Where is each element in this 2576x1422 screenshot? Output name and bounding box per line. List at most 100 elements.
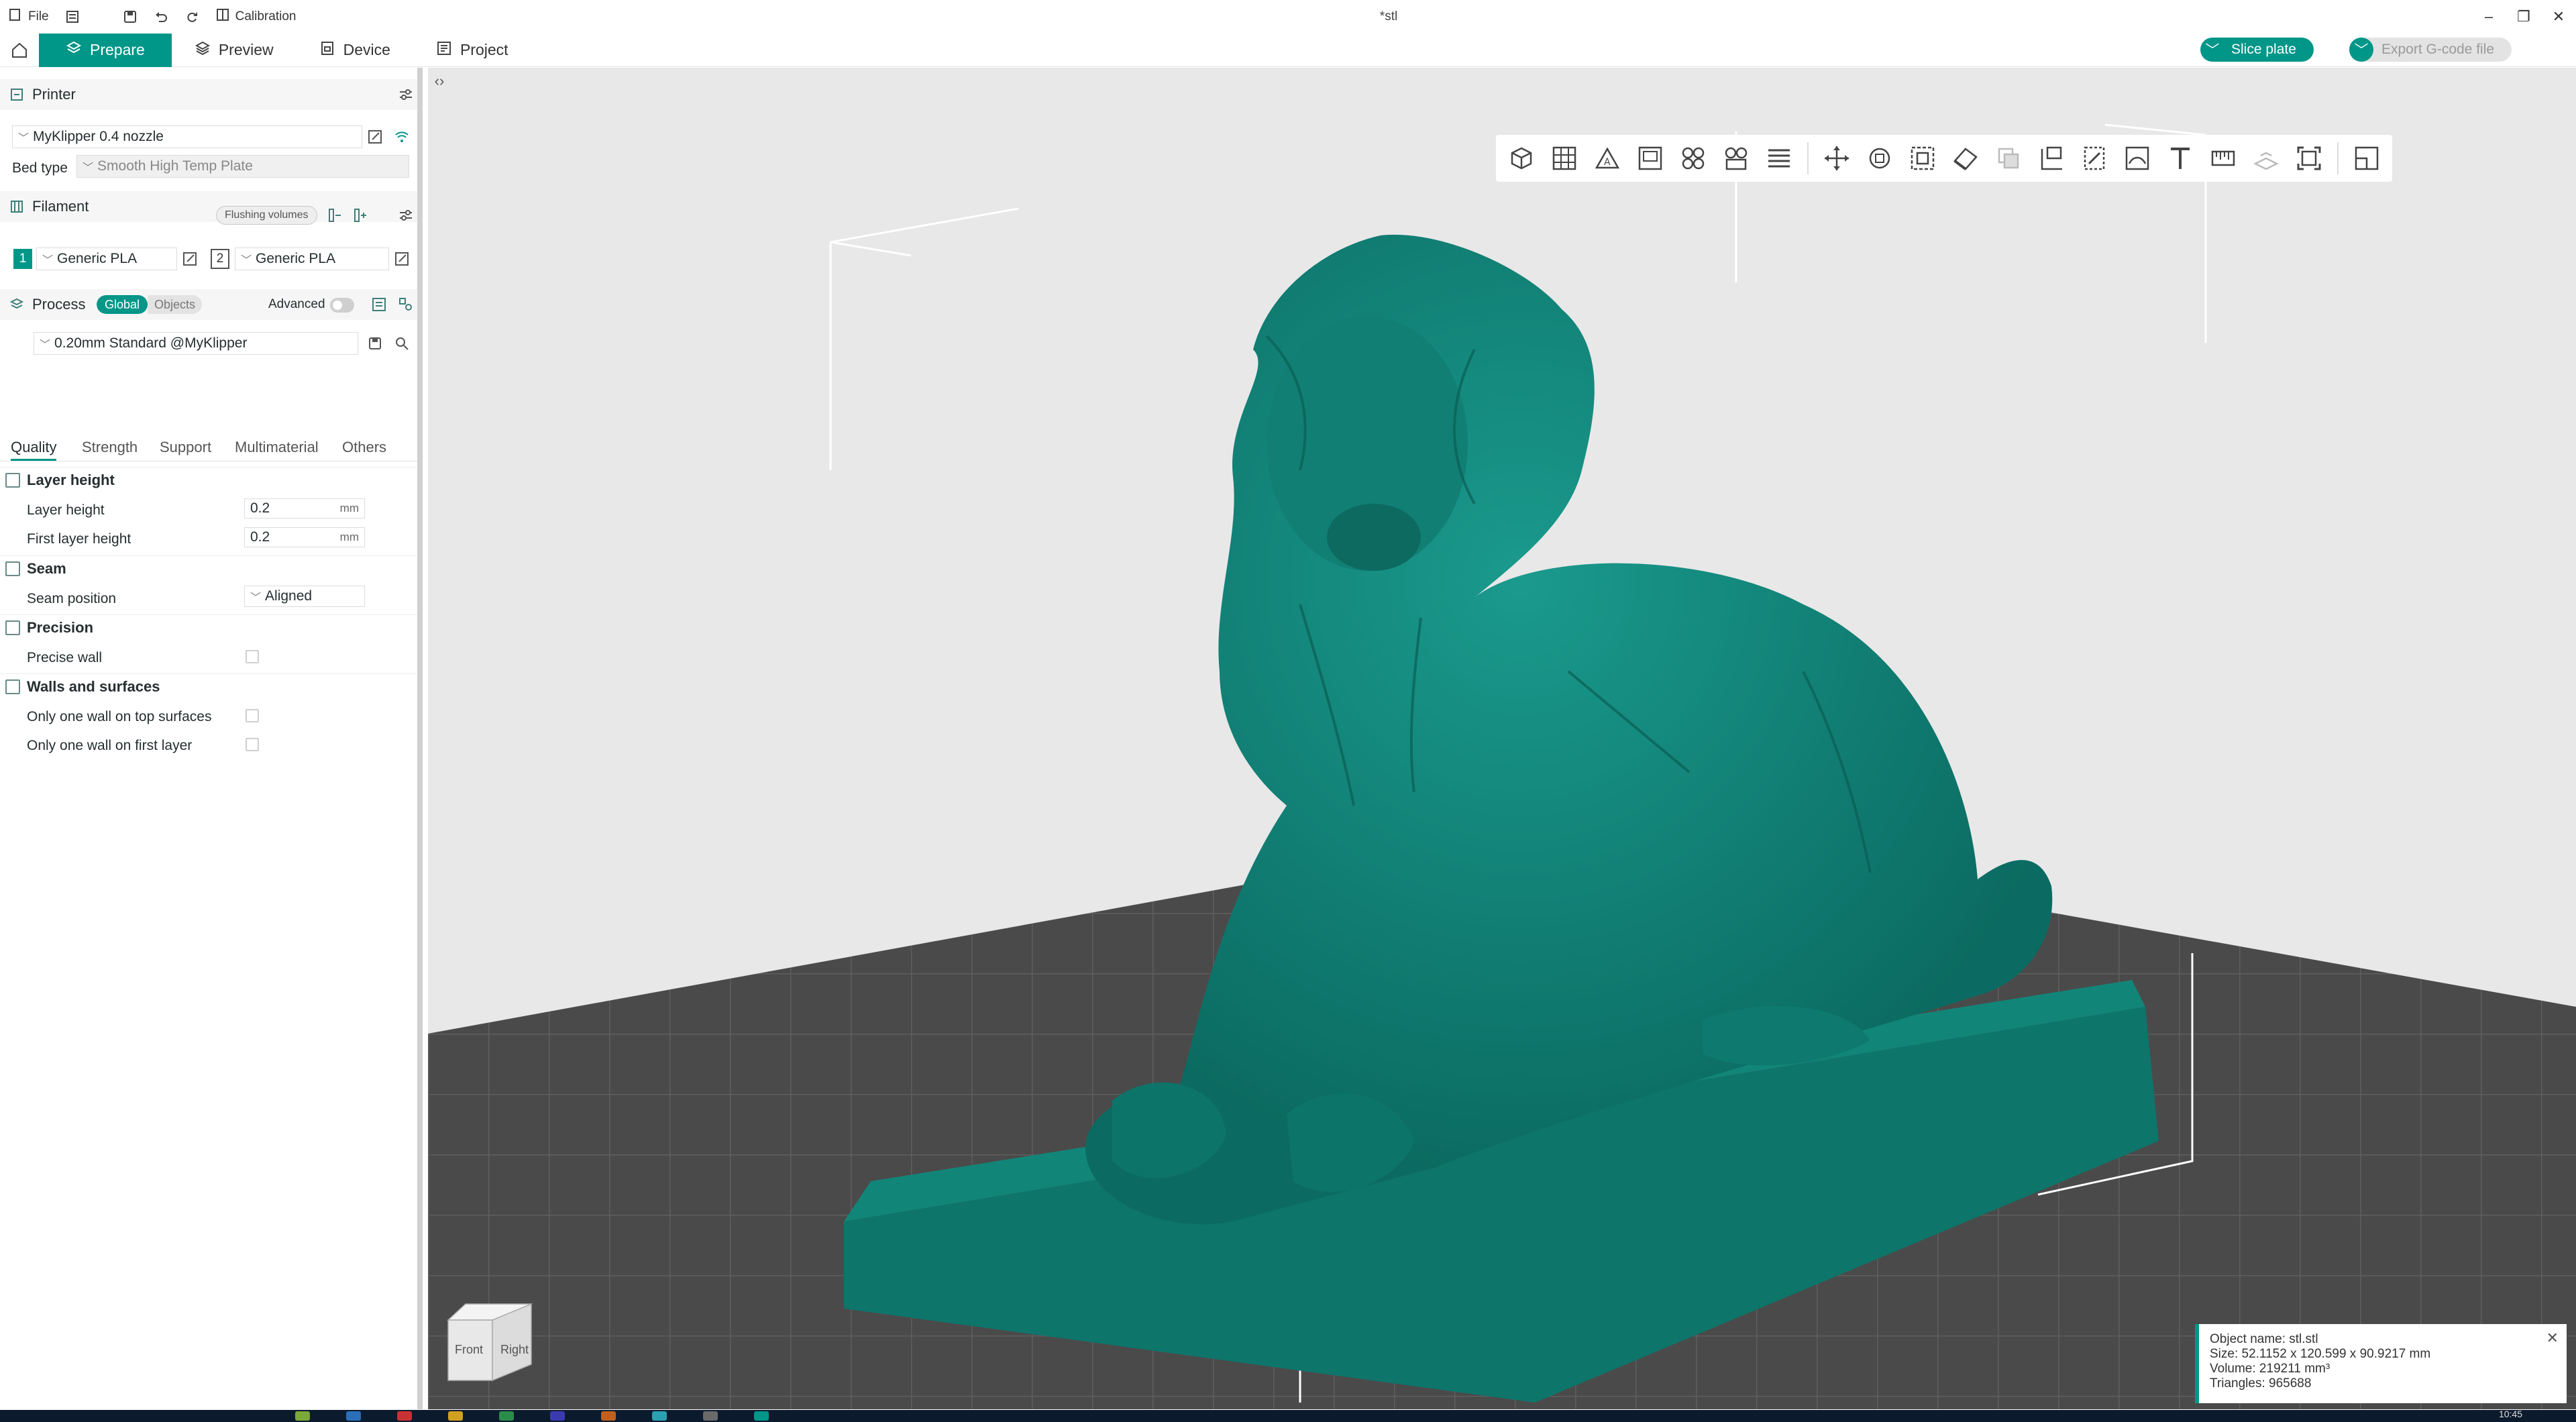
app-icon[interactable] (499, 1411, 514, 1421)
app-icon[interactable] (652, 1411, 667, 1421)
home-icon[interactable] (0, 34, 39, 67)
tab-multimaterial[interactable]: Multimaterial (235, 439, 319, 456)
plate-view-icon[interactable] (2348, 140, 2385, 177)
first-layer-height-value: 0.2 (250, 529, 270, 545)
precise-wall-checkbox[interactable] (246, 650, 259, 663)
navigation-cube[interactable]: Front Right (443, 1300, 537, 1386)
bed-type-select[interactable]: ﹀ Smooth High Temp Plate (76, 155, 409, 178)
toolbar-divider (2337, 142, 2339, 174)
filament-settings-icon[interactable] (397, 207, 415, 224)
tab-preview-label: Preview (218, 41, 274, 58)
measure-icon[interactable] (2204, 140, 2242, 177)
layers-icon[interactable] (1760, 140, 1798, 177)
move-icon[interactable] (1818, 140, 1856, 177)
app-icon[interactable] (397, 1411, 412, 1421)
arrange-icon[interactable] (1631, 140, 1669, 177)
seam-paint-icon[interactable] (2118, 140, 2156, 177)
filament-slot-1-select[interactable]: ﹀ Generic PLA (36, 248, 177, 270)
chevron-down-icon[interactable]: ﹀ (2200, 38, 2224, 62)
add-object-icon[interactable] (1503, 140, 1540, 177)
one-wall-top-checkbox[interactable] (246, 709, 259, 722)
filament-slot-2-badge[interactable]: 2 (211, 249, 229, 269)
fit-view-icon[interactable] (2290, 140, 2328, 177)
first-layer-height-input[interactable]: 0.2 mm (244, 527, 365, 547)
global-objects-switch[interactable]: Global Objects (97, 295, 203, 314)
chevron-down-icon: ﹀ (250, 592, 262, 604)
layer-height-input[interactable]: 0.2 mm (244, 498, 365, 518)
app-icon[interactable] (754, 1411, 769, 1421)
save-preset-icon[interactable] (366, 335, 384, 352)
remove-filament-icon[interactable] (352, 207, 369, 224)
tab-preview[interactable]: Preview (172, 34, 297, 67)
rotate-icon[interactable] (1861, 140, 1898, 177)
add-plate-icon[interactable] (1546, 140, 1583, 177)
boolean-icon[interactable] (1990, 140, 2027, 177)
title-bar: File Calibration *stl – ❐ ✕ (0, 0, 2576, 34)
save-icon[interactable] (115, 0, 146, 34)
wifi-icon[interactable] (393, 128, 411, 146)
cut-icon[interactable] (2033, 140, 2070, 177)
split-parts-icon[interactable] (1717, 140, 1755, 177)
filament-slot-1-badge[interactable]: 1 (13, 249, 32, 269)
app-icon[interactable] (448, 1411, 463, 1421)
tab-project[interactable]: Project (413, 34, 531, 67)
navcube-right-label: Right (500, 1343, 529, 1356)
layer-height-label: Layer height (27, 502, 105, 518)
walls-surfaces-group-title: Walls and surfaces (27, 677, 160, 695)
global-option[interactable]: Global (97, 295, 148, 314)
app-icon[interactable] (550, 1411, 565, 1421)
split-objects-icon[interactable] (1674, 140, 1712, 177)
tab-support[interactable]: Support (160, 439, 211, 456)
chevron-down-icon[interactable]: ﹀ (2349, 38, 2373, 62)
scale-icon[interactable] (1904, 140, 1941, 177)
edit-printer-icon[interactable] (366, 128, 384, 146)
edit-filament-2-icon[interactable] (393, 250, 411, 268)
printer-select[interactable]: ﹀ MyKlipper 0.4 nozzle (12, 125, 362, 148)
add-filament-icon[interactable] (326, 207, 343, 224)
tab-device[interactable]: Device (297, 34, 413, 67)
printer-section-header[interactable]: Printer (0, 79, 417, 110)
filament-slot-2-select[interactable]: ﹀ Generic PLA (235, 248, 389, 270)
close-icon[interactable]: ✕ (2546, 1331, 2559, 1346)
objects-option[interactable]: Objects (148, 295, 203, 314)
file-menu[interactable]: File (0, 0, 57, 34)
assembly-icon[interactable] (2247, 140, 2285, 177)
tab-quality[interactable]: Quality (11, 439, 57, 461)
seam-position-select[interactable]: ﹀ Aligned (244, 586, 365, 607)
tab-strength[interactable]: Strength (82, 439, 138, 456)
undo-icon[interactable] (146, 0, 176, 34)
3d-viewport[interactable]: ‹› A Front Right Object name: stl.stl Si… (428, 68, 2576, 1409)
object-volume: Volume: 219211 mm³ (2210, 1362, 2330, 1376)
printer-settings-icon[interactable] (397, 86, 415, 103)
flushing-volumes-button[interactable]: Flushing volumes (216, 206, 317, 225)
restore-icon[interactable]: ❐ (2506, 0, 2541, 34)
process-section-header[interactable]: Process (0, 289, 417, 320)
device-icon (319, 40, 335, 60)
app-icon[interactable] (295, 1411, 310, 1421)
edit-filament-1-icon[interactable] (181, 250, 199, 268)
tab-prepare[interactable]: Prepare (39, 33, 172, 67)
calibration-icon (215, 7, 230, 26)
lay-on-face-icon[interactable] (1947, 140, 1984, 177)
advanced-toggle[interactable] (330, 298, 354, 313)
process-preset-select[interactable]: ﹀ 0.20mm Standard @MyKlipper (34, 332, 358, 355)
menu-icon[interactable] (57, 0, 88, 34)
tab-others[interactable]: Others (342, 439, 386, 456)
app-icon[interactable] (601, 1411, 616, 1421)
export-gcode-button[interactable]: ﹀ Export G-code file (2349, 38, 2512, 62)
collapse-sidebar-icon[interactable]: ‹› (429, 71, 449, 91)
auto-orient-icon[interactable]: A (1589, 140, 1626, 177)
redo-icon[interactable] (176, 0, 207, 34)
calibration-menu[interactable]: Calibration (207, 0, 305, 34)
support-paint-icon[interactable] (2076, 140, 2113, 177)
one-wall-first-checkbox[interactable] (246, 738, 259, 751)
close-icon[interactable]: ✕ (2541, 0, 2576, 34)
search-icon[interactable] (393, 335, 411, 352)
app-icon[interactable] (703, 1411, 718, 1421)
minimize-icon[interactable]: – (2471, 0, 2506, 34)
app-icon[interactable] (346, 1411, 361, 1421)
slice-plate-button[interactable]: ﹀ Slice plate (2200, 38, 2314, 62)
process-settings-icon[interactable] (397, 296, 415, 313)
process-compare-icon[interactable] (370, 296, 388, 313)
text-icon[interactable] (2161, 140, 2199, 177)
